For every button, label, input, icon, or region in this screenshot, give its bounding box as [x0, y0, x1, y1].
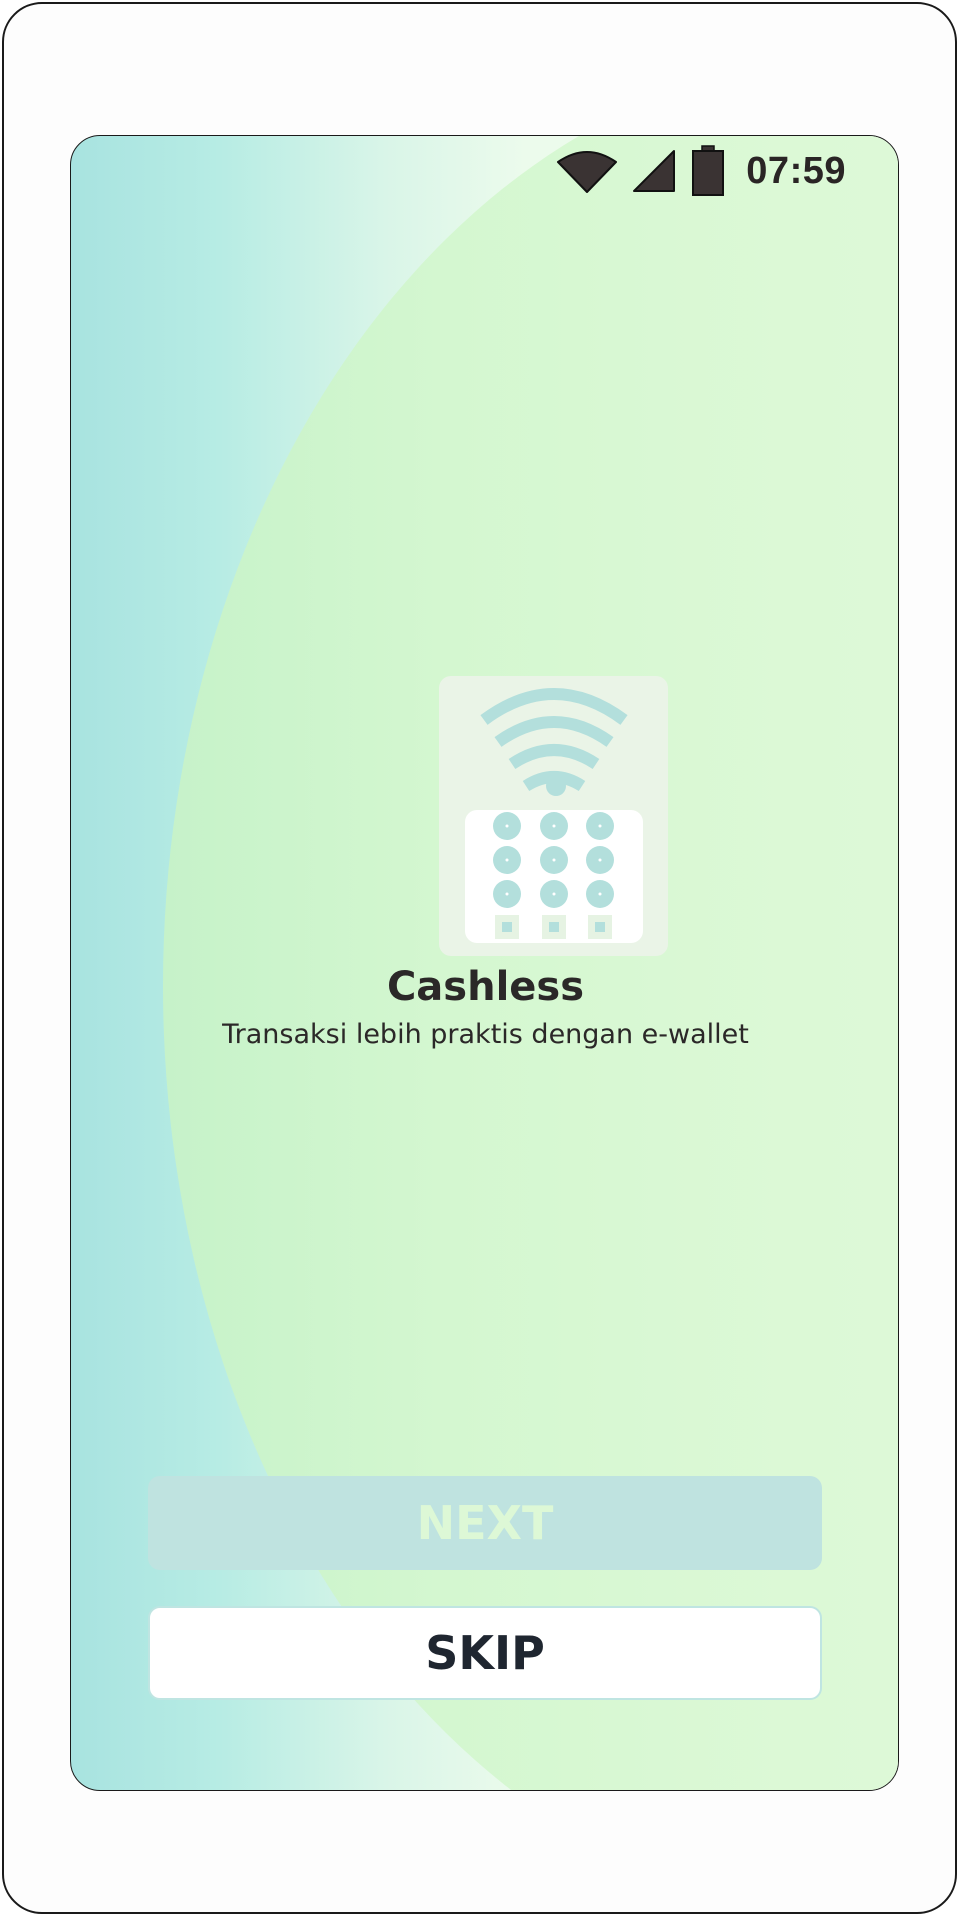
signal-icon [632, 149, 676, 193]
wifi-icon [556, 148, 618, 194]
status-time: 07:59 [746, 149, 846, 192]
skip-button[interactable]: SKIP [148, 1606, 822, 1700]
page-subtitle: Transaksi lebih praktis dengan e-wallet [222, 1019, 749, 1050]
cashless-payment-terminal-icon [439, 676, 668, 956]
app-screen: 07:59 Cashless Transaksi lebih praktis d… [70, 135, 899, 1791]
next-button[interactable]: NEXT [148, 1476, 822, 1570]
phone-frame: 07:59 Cashless Transaksi lebih praktis d… [2, 2, 957, 1914]
status-bar: 07:59 [556, 145, 846, 197]
page-title: Cashless [386, 964, 585, 1010]
battery-icon [690, 145, 726, 197]
